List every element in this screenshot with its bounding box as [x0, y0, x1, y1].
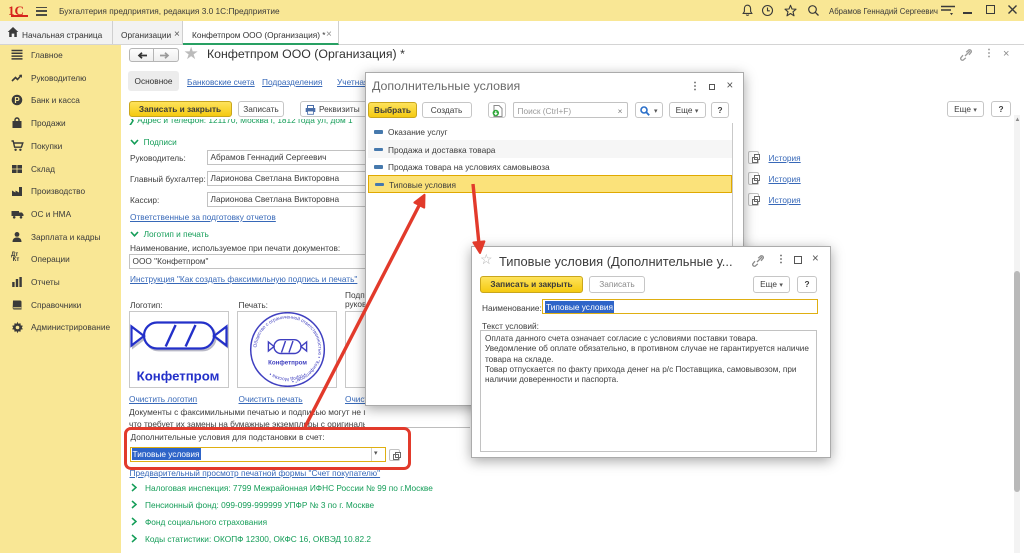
svg-text:P: P	[14, 96, 20, 105]
svg-text:Конфетпром: Конфетпром	[268, 359, 307, 366]
svg-text:• город Москва •: • город Москва •	[269, 370, 307, 381]
svg-text:Общество с ограниченной ответс: Общество с ограниченной ответственностью…	[253, 315, 322, 383]
svg-text:Конфетпром: Конфетпром	[137, 368, 220, 383]
